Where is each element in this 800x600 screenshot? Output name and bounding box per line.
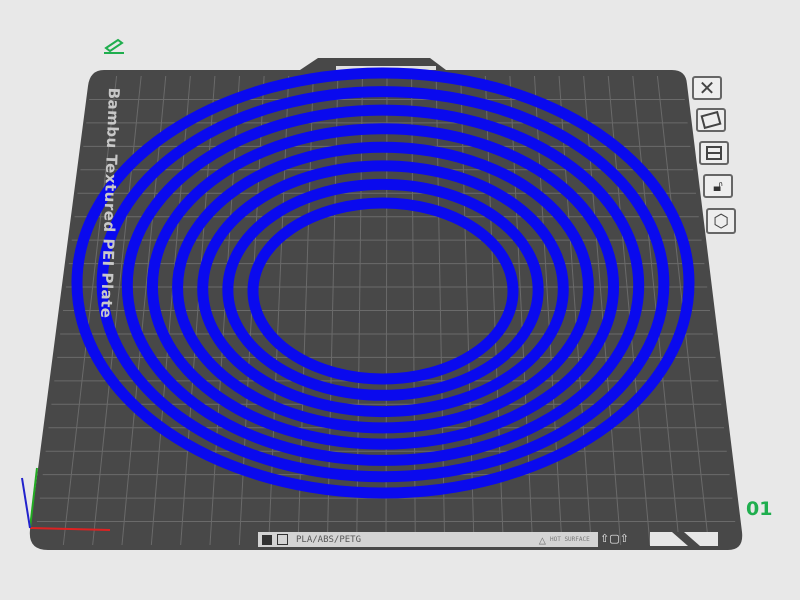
plate-settings-button[interactable]: ⬡ (706, 208, 736, 234)
plate-arrows-icon: ⇧▢⇧ (600, 532, 629, 545)
qr-icon (262, 534, 272, 545)
plate-corner-marks (650, 532, 718, 546)
close-icon: ✕ (698, 76, 716, 100)
auto-orient-button[interactable] (696, 108, 726, 132)
arrange-icon (706, 146, 722, 160)
warning-icon: △ (538, 532, 546, 547)
edit-pencil-icon[interactable] (104, 38, 124, 54)
plate-icon (277, 534, 288, 545)
filament-label: PLA/ABS/PETG (296, 534, 362, 545)
arrange-button[interactable] (699, 141, 729, 165)
settings-hex-icon: ⬡ (713, 210, 729, 232)
delete-plate-button[interactable]: ✕ (692, 76, 722, 100)
auto-orient-icon (700, 110, 722, 130)
hot-surface-warning: △ HOT SURFACE (538, 532, 590, 547)
lock-icon: 🔓︎ (713, 177, 723, 195)
plate-info-strip: PLA/ABS/PETG △ HOT SURFACE (258, 532, 598, 547)
plate-number[interactable]: 01 (746, 498, 772, 520)
lock-plate-button[interactable]: 🔓︎ (703, 174, 733, 198)
